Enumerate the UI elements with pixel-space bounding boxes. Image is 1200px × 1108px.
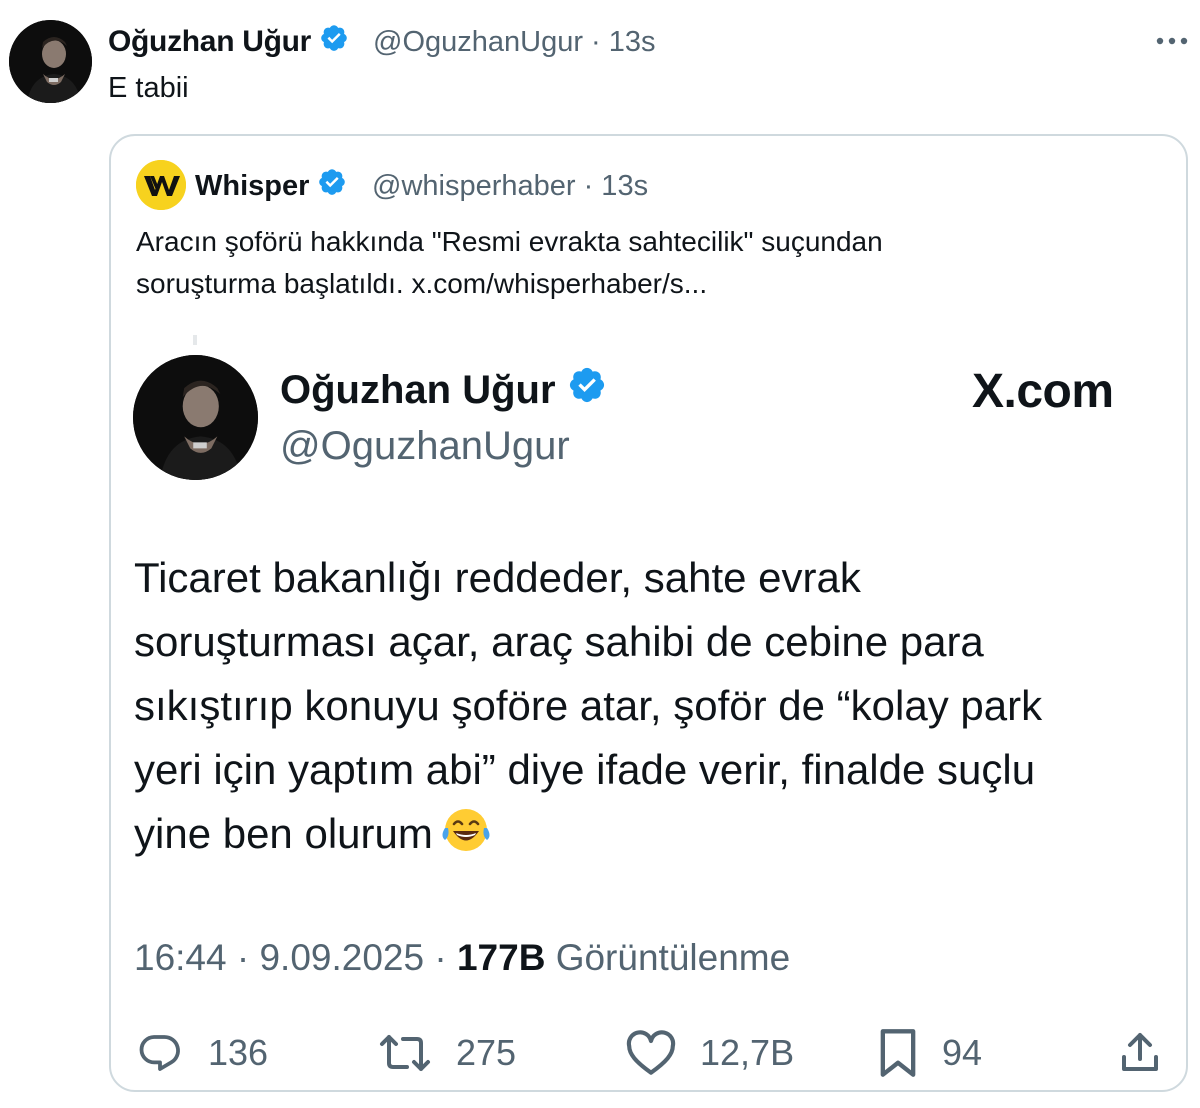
verified-badge-icon xyxy=(319,23,349,64)
laughing-tears-emoji-icon xyxy=(441,806,491,872)
whisper-logo-avatar xyxy=(136,160,186,210)
share-action xyxy=(1116,1028,1186,1078)
author-name-text: Oğuzhan Uğur xyxy=(108,25,312,58)
embedded-author-name: Oğuzhan Uğur xyxy=(280,362,607,420)
quoted-author-handle-time: @whisperhaber · 13s xyxy=(372,170,649,202)
timestamp: 16:44 · 9.09.2025 · xyxy=(134,937,457,978)
reply-icon xyxy=(139,1035,180,1071)
share-icon xyxy=(1122,1033,1158,1071)
embedded-body-line: Ticaret bakanlığı reddeder, sahte evrak xyxy=(134,554,861,601)
embedded-author-handle: @OguzhanUgur xyxy=(280,424,570,468)
author-handle-time[interactable]: @OguzhanUgur · 13s xyxy=(373,22,656,62)
heart-icon xyxy=(626,1030,676,1075)
views-label: Görüntülenme xyxy=(545,937,791,978)
like-count: 12,7B xyxy=(700,1032,795,1073)
embedded-timestamp-views: 16:44 · 9.09.2025 · 177B Görüntülenme xyxy=(134,933,790,983)
quoted-author-name: Whisper xyxy=(195,166,347,208)
reply-action: 136 xyxy=(134,1028,268,1078)
quoted-tweet-text: Aracın şoförü hakkında "Resmi evrakta sa… xyxy=(136,221,1136,305)
like-action: 12,7B xyxy=(624,1028,794,1078)
embedded-body-line: yine ben olurum xyxy=(134,810,433,857)
embedded-author-name-text: Oğuzhan Uğur xyxy=(280,368,556,412)
embedded-author-avatar xyxy=(133,355,258,480)
embedded-body-line: sıkıştırıp konuyu şoföre atar, şoför de … xyxy=(134,682,1043,729)
views-count: 177B xyxy=(456,937,546,978)
reply-count: 136 xyxy=(208,1032,269,1073)
quoted-author-name-text: Whisper xyxy=(195,170,310,202)
x-com-brand-logo: X.com xyxy=(972,365,1114,418)
more-horizontal-icon[interactable] xyxy=(1150,24,1194,58)
bookmark-action: 94 xyxy=(876,1028,982,1078)
quoted-text-line: Aracın şoförü hakkında "Resmi evrakta sa… xyxy=(136,226,883,257)
bookmark-count: 94 xyxy=(942,1032,983,1073)
verified-badge-icon xyxy=(567,364,607,420)
verified-badge-icon xyxy=(317,167,347,208)
author-name[interactable]: Oğuzhan Uğur xyxy=(108,22,349,64)
tweet-text: E tabii xyxy=(108,72,189,104)
embedded-body-line: yeri için yaptım abi” diye ifade verir, … xyxy=(134,746,1036,793)
quoted-text-line: soruşturma başlatıldı. x.com/whisperhabe… xyxy=(136,268,708,299)
author-avatar[interactable] xyxy=(9,20,92,103)
repost-icon xyxy=(380,1035,430,1071)
repost-action: 275 xyxy=(376,1028,516,1078)
bookmark-icon xyxy=(880,1029,916,1077)
image-artifact xyxy=(193,335,197,345)
embedded-body-line-last: yine ben olurum xyxy=(134,802,1174,872)
repost-count: 275 xyxy=(456,1032,517,1073)
embedded-body-line: soruşturması açar, araç sahibi de cebine… xyxy=(134,618,984,665)
embedded-tweet-body: Ticaret bakanlığı reddeder, sahte evrak … xyxy=(134,546,1174,872)
